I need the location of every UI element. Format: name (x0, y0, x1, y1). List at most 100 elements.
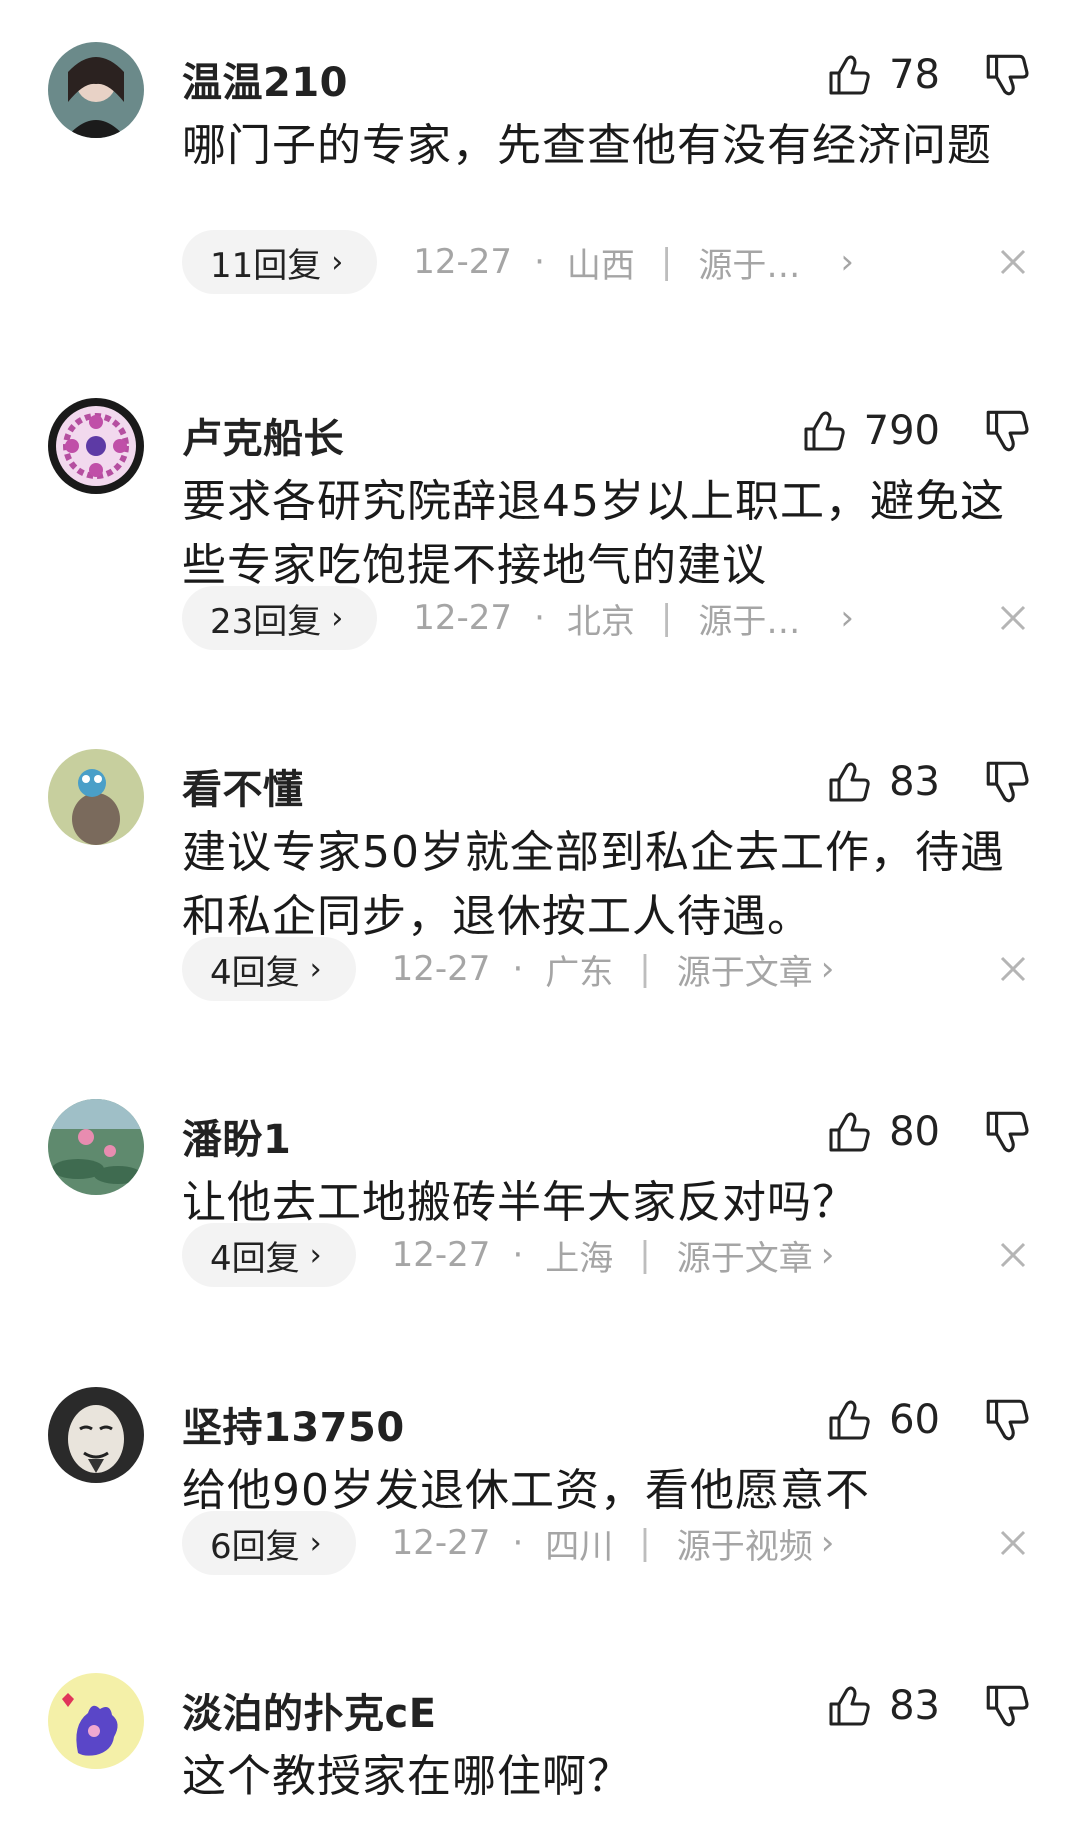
username[interactable]: 卢克船长 (182, 406, 344, 464)
thumbs-down-icon (986, 1685, 1029, 1727)
reply-count: 23回复 (210, 601, 322, 642)
chevron-right-icon: › (820, 1523, 835, 1563)
like-count: 83 (889, 1683, 940, 1729)
avatar[interactable] (48, 1099, 144, 1195)
comment-meta: 4回复 › 12-27 · 广东 | 源于文章 › (182, 937, 834, 1001)
comment-date: 12-27 (391, 1235, 491, 1275)
replies-button[interactable]: 4回复 › (182, 937, 356, 1001)
avatar[interactable] (48, 749, 144, 845)
replies-button[interactable]: 4回复 › (182, 1223, 356, 1287)
dot-separator: · (534, 598, 545, 638)
dislike-button[interactable] (982, 757, 1032, 807)
comment-meta: 11回复 › 12-27 · 山西 | 源于… › (182, 230, 854, 294)
divider: | (639, 1235, 651, 1275)
divider: | (660, 598, 673, 638)
chevron-right-icon: › (309, 951, 322, 987)
replies-button[interactable]: 23回复 › (182, 586, 378, 650)
like-button[interactable]: 83 (825, 755, 940, 809)
chevron-right-icon: › (309, 1237, 322, 1273)
avatar[interactable] (48, 1387, 144, 1483)
avatar[interactable] (48, 398, 144, 494)
reply-count: 4回复 (210, 952, 300, 993)
username[interactable]: 看不懂 (182, 757, 304, 815)
divider: | (660, 242, 673, 282)
comment-text: 这个教授家在哪住啊？ (182, 1751, 632, 1802)
comment-source[interactable]: 源于文章 (677, 1231, 813, 1280)
like-count: 790 (863, 408, 940, 454)
comment-text: 要求各研究院辞退45岁以上职工，避免这些专家吃饱提不接地气的建议 (182, 476, 1005, 591)
comment-text: 哪门子的专家，先查查他有没有经济问题 (182, 120, 992, 171)
dislike-button[interactable] (982, 1107, 1032, 1157)
dot-separator: · (512, 1235, 524, 1275)
chevron-right-icon: › (331, 244, 344, 280)
thumbs-up-icon (829, 1400, 870, 1440)
comment-text: 建议专家50岁就全部到私企去工作，待遇和私企同步，退休按工人待遇。 (182, 827, 1005, 942)
chevron-right-icon: › (820, 1235, 835, 1275)
close-icon[interactable] (998, 247, 1028, 277)
comment-date: 12-27 (413, 598, 513, 638)
close-icon[interactable] (998, 1528, 1028, 1558)
dislike-button[interactable] (982, 1681, 1032, 1731)
like-button[interactable]: 78 (825, 48, 940, 102)
dislike-button[interactable] (982, 1395, 1032, 1445)
thumbs-up-icon (829, 55, 870, 95)
like-button[interactable]: 60 (825, 1393, 940, 1447)
comment-source[interactable]: 源于… (698, 238, 800, 287)
thumbs-down-icon (986, 1111, 1029, 1153)
close-icon[interactable] (998, 954, 1028, 984)
thumbs-down-icon (986, 1399, 1029, 1441)
avatar[interactable] (48, 1673, 144, 1769)
comment-meta: 6回复 › 12-27 · 四川 | 源于视频 › (182, 1511, 834, 1575)
like-button[interactable]: 80 (825, 1105, 940, 1159)
chevron-right-icon: › (820, 949, 835, 989)
thumbs-up-icon (829, 762, 870, 802)
comment-location: 北京 (566, 601, 635, 642)
username[interactable]: 温温210 (182, 50, 348, 108)
close-icon[interactable] (998, 603, 1028, 633)
like-count: 80 (889, 1109, 940, 1155)
like-button[interactable]: 83 (825, 1679, 940, 1733)
comment-location: 四川 (545, 1526, 614, 1567)
dot-separator: · (512, 949, 524, 989)
close-icon[interactable] (998, 1240, 1028, 1270)
dislike-button[interactable] (982, 406, 1032, 456)
comment-meta: 23回复 › 12-27 · 北京 | 源于… › (182, 586, 854, 650)
like-count: 60 (889, 1397, 940, 1443)
comment-location: 上海 (545, 1238, 614, 1279)
comment-date: 12-27 (391, 1523, 491, 1563)
dot-separator: · (534, 242, 545, 282)
chevron-right-icon: › (331, 600, 344, 636)
divider: | (639, 1523, 651, 1563)
chevron-right-icon: › (309, 1525, 322, 1561)
thumbs-down-icon (986, 410, 1029, 452)
reply-count: 11回复 (210, 245, 322, 286)
thumbs-down-icon (986, 54, 1029, 96)
replies-button[interactable]: 6回复 › (182, 1511, 356, 1575)
thumbs-up-icon (804, 411, 845, 451)
reply-count: 4回复 (210, 1238, 300, 1279)
divider: | (639, 949, 651, 989)
like-count: 78 (889, 52, 940, 98)
comment-date: 12-27 (413, 242, 513, 282)
reply-count: 6回复 (210, 1526, 300, 1567)
dislike-button[interactable] (982, 50, 1032, 100)
chevron-right-icon: › (840, 242, 854, 282)
chevron-right-icon: › (840, 598, 854, 638)
comment-source[interactable]: 源于… (698, 594, 800, 643)
like-count: 83 (889, 759, 940, 805)
username[interactable]: 潘盼1 (182, 1107, 291, 1165)
thumbs-up-icon (829, 1112, 870, 1152)
thumbs-down-icon (986, 761, 1029, 803)
like-button[interactable]: 790 (800, 404, 940, 458)
dot-separator: · (512, 1523, 524, 1563)
avatar[interactable] (48, 42, 144, 138)
username[interactable]: 淡泊的扑克cE (182, 1681, 437, 1739)
thumbs-up-icon (829, 1686, 870, 1726)
comment-date: 12-27 (391, 949, 491, 989)
comment-source[interactable]: 源于视频 (677, 1519, 813, 1568)
comment-location: 广东 (545, 952, 614, 993)
comment-source[interactable]: 源于文章 (677, 945, 813, 994)
replies-button[interactable]: 11回复 › (182, 230, 378, 294)
comment-location: 山西 (566, 245, 635, 286)
username[interactable]: 坚持13750 (182, 1395, 405, 1453)
